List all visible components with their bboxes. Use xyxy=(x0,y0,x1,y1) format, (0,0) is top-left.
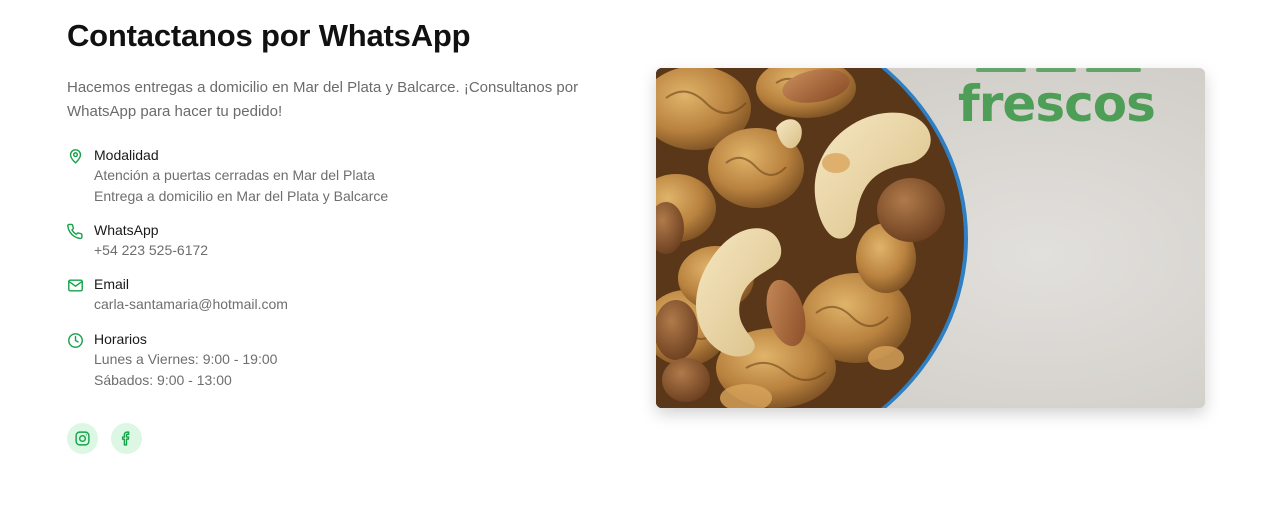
photo-caption: frescos xyxy=(958,75,1156,133)
intro-text: Hacemos entregas a domicilio en Mar del … xyxy=(67,79,579,120)
page-title: Contactanos por WhatsApp xyxy=(67,18,471,53)
info-text: Modalidad Atención a puertas cerradas en… xyxy=(94,145,388,207)
info-line: Sábados: 9:00 - 13:00 xyxy=(94,372,232,388)
whatsapp-number[interactable]: +54 223 525-6172 xyxy=(94,240,208,261)
social-links xyxy=(67,423,155,454)
phone-icon xyxy=(67,223,84,240)
info-line: Entrega a domicilio en Mar del Plata y B… xyxy=(94,188,389,204)
info-line: Atención a puertas cerradas en Mar del P… xyxy=(94,167,375,183)
info-line: Lunes a Viernes: 9:00 - 19:00 xyxy=(94,351,278,367)
info-text: WhatsApp +54 223 525-6172 xyxy=(94,220,208,261)
info-item-whatsapp: WhatsApp +54 223 525-6172 xyxy=(67,220,208,261)
email-address[interactable]: carla-santamaria@hotmail.com xyxy=(94,294,288,315)
facebook-button[interactable] xyxy=(111,423,142,454)
info-label: WhatsApp xyxy=(94,222,159,238)
info-item-email: Email carla-santamaria@hotmail.com xyxy=(67,274,288,315)
info-label: Modalidad xyxy=(94,147,159,163)
info-item-horarios: Horarios Lunes a Viernes: 9:00 - 19:00 S… xyxy=(67,329,277,391)
instagram-icon xyxy=(74,430,91,447)
map-pin-icon xyxy=(67,148,84,165)
info-text: Email carla-santamaria@hotmail.com xyxy=(94,274,288,315)
info-item-modalidad: Modalidad Atención a puertas cerradas en… xyxy=(67,145,388,207)
info-text: Horarios Lunes a Viernes: 9:00 - 19:00 S… xyxy=(94,329,277,391)
clock-icon xyxy=(67,332,84,349)
contact-section: Contactanos por WhatsApp Hacemos entrega… xyxy=(0,0,1280,510)
nuts-photo: frescos xyxy=(656,68,1205,408)
info-label: Email xyxy=(94,276,130,292)
info-label: Horarios xyxy=(94,331,147,347)
instagram-button[interactable] xyxy=(67,423,98,454)
facebook-icon xyxy=(118,430,135,447)
mail-icon xyxy=(67,277,84,294)
